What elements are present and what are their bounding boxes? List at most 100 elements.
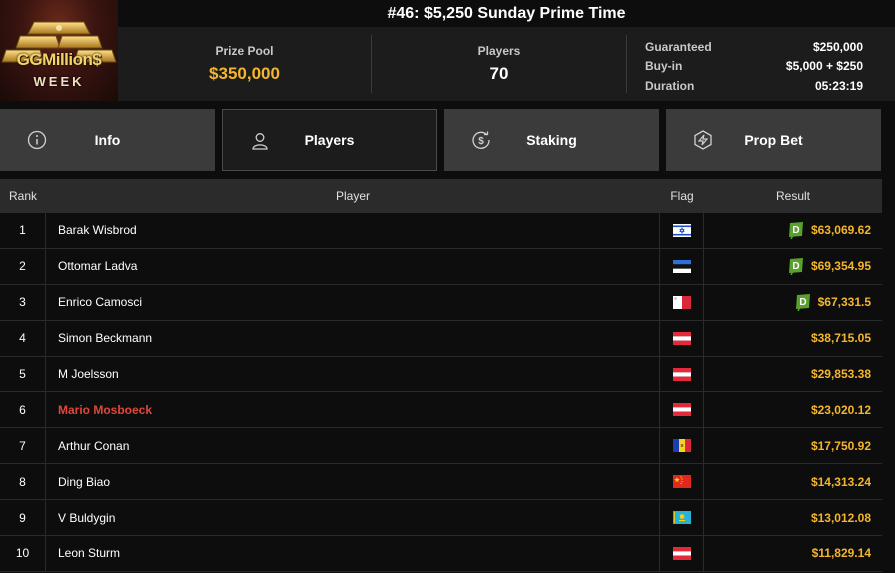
buyin-row: Buy-in $5,000 + $250 — [645, 57, 863, 77]
player-name-cell[interactable]: Arthur Conan — [46, 428, 660, 464]
flag-cell — [660, 320, 704, 356]
result-amount: $63,069.62 — [810, 223, 871, 238]
prize-pool-label: Prize Pool — [215, 44, 274, 58]
austria-flag-icon — [672, 546, 691, 560]
svg-text:$: $ — [478, 136, 484, 147]
result-cell: $29,853.38 — [704, 357, 882, 392]
table-row[interactable]: 2 Ottomar Ladva D $69,354.95 — [0, 248, 882, 285]
rank-cell: 7 — [0, 428, 46, 464]
flag-cell — [660, 213, 704, 248]
players-label: Players — [477, 44, 521, 58]
rank-cell: 8 — [0, 464, 46, 500]
table-row[interactable]: 9V Buldygin $13,012.08 — [0, 500, 882, 537]
austria-flag-icon — [672, 367, 691, 381]
svg-text:D: D — [799, 297, 806, 308]
flag-cell — [660, 536, 704, 571]
flag-cell — [660, 392, 704, 428]
guaranteed-row: Guaranteed $250,000 — [645, 37, 863, 57]
staking-icon: $ — [472, 131, 490, 149]
rank-cell: 3 — [0, 284, 46, 320]
flag-cell — [660, 500, 704, 536]
guaranteed-value: $250,000 — [812, 39, 863, 54]
result-amount: $69,354.95 — [810, 259, 871, 274]
user-icon — [252, 133, 268, 150]
player-name-cell[interactable]: Simon Beckmann — [46, 320, 660, 356]
result-cell: $14,313.24 — [704, 464, 882, 499]
rank-cell: 9 — [0, 500, 46, 536]
player-name-cell[interactable]: Enrico Camosci — [46, 284, 660, 320]
buyin-value: $5,000 + $250 — [785, 59, 863, 74]
tournament-details: Guaranteed $250,000 Buy-in $5,000 + $250… — [645, 37, 863, 96]
result-cell: $11,829.14 — [704, 536, 882, 571]
column-header-rank[interactable]: Rank — [0, 179, 46, 213]
result-amount: $17,750.92 — [810, 438, 871, 453]
flag-cell — [660, 284, 704, 320]
flag-cell — [660, 464, 704, 500]
prize-pool-block: Prize Pool $350,000 — [118, 27, 371, 101]
player-name-cell[interactable]: M Joelsson — [46, 356, 660, 392]
player-name-cell[interactable]: Ding Biao — [46, 464, 660, 500]
result-amount: $38,715.05 — [810, 331, 871, 346]
players-count-block: Players 70 — [372, 27, 626, 101]
tab-staking[interactable]: $ Staking — [444, 109, 659, 171]
table-row[interactable]: 5M Joelsson $29,853.38 — [0, 356, 882, 393]
table-row[interactable]: 10 Leon Sturm $11,829.14 — [0, 536, 882, 572]
rank-cell: 2 — [0, 248, 46, 284]
austria-flag-icon — [672, 331, 691, 345]
column-header-result[interactable]: Result — [704, 179, 882, 213]
table-row[interactable]: 3 Enrico Camosci D $67,331.5 — [0, 284, 882, 321]
flag-cell — [660, 248, 704, 284]
result-cell: D $63,069.62 — [704, 213, 882, 248]
logo-title: GGMillion$ — [16, 50, 102, 69]
info-icon — [27, 130, 47, 150]
table-row[interactable]: 1 Barak Wisbrod D $63,069.62 — [0, 213, 882, 249]
guaranteed-label: Guaranteed — [645, 39, 712, 54]
rank-cell: 4 — [0, 320, 46, 356]
estonia-flag-icon — [672, 259, 691, 273]
deal-badge-icon: D — [788, 222, 803, 240]
buyin-label: Buy-in — [645, 59, 683, 74]
player-name-cell[interactable]: Mario Mosboeck — [46, 392, 660, 428]
column-header-player[interactable]: Player — [46, 179, 660, 213]
tab-info[interactable]: Info — [0, 109, 215, 171]
players-value: 70 — [489, 64, 509, 83]
duration-value: 05:23:19 — [814, 78, 863, 93]
result-amount: $67,331.5 — [817, 295, 871, 310]
rank-cell: 10 — [0, 536, 46, 571]
prop-bet-icon — [694, 130, 712, 150]
result-cell: $17,750.92 — [704, 428, 882, 463]
player-name-cell[interactable]: Barak Wisbrod — [46, 213, 660, 248]
deal-badge-icon: D — [795, 294, 810, 312]
result-cell: D $67,331.5 — [704, 285, 882, 320]
tab-players[interactable]: Players — [222, 109, 437, 171]
result-amount: $29,853.38 — [810, 367, 871, 381]
flag-cell — [660, 428, 704, 464]
table-scrollbar[interactable] — [882, 179, 895, 573]
deal-badge-icon: D — [788, 258, 803, 276]
player-name-cell[interactable]: Leon Sturm — [46, 536, 660, 571]
table-row[interactable]: 7 Arthur Conan $17,750.92 — [0, 428, 882, 465]
player-name-cell[interactable]: V Buldygin — [46, 500, 660, 536]
svg-text:D: D — [792, 261, 799, 272]
result-cell: $23,020.12 — [704, 392, 882, 427]
tournament-title: #46: $5,250 Sunday Prime Time — [118, 0, 895, 27]
rank-cell: 5 — [0, 356, 46, 392]
duration-row: Duration 05:23:19 — [645, 76, 863, 96]
tab-prop-bet[interactable]: Prop Bet — [666, 109, 881, 171]
table-row[interactable]: 6 Mario Mosboeck $23,020.12 — [0, 392, 882, 429]
column-header-flag[interactable]: Flag — [660, 179, 704, 213]
rank-cell: 6 — [0, 392, 46, 428]
result-amount: $13,012.08 — [810, 510, 871, 525]
china-flag-icon — [672, 475, 691, 489]
table-row[interactable]: 4 Simon Beckmann $38,715.05 — [0, 320, 882, 357]
result-cell: $13,012.08 — [704, 500, 882, 535]
results-table-body: 1 Barak Wisbrod D $63,069.62 2 Ottomar Ladva D… — [0, 213, 882, 572]
player-name-cell[interactable]: Ottomar Ladva — [46, 248, 660, 284]
result-cell: $38,715.05 — [704, 321, 882, 356]
table-row[interactable]: 8 Ding Biao $14,313.24 — [0, 464, 882, 501]
results-table-header: Rank Player Flag Result — [0, 179, 882, 213]
result-cell: D $69,354.95 — [704, 249, 882, 284]
stats-divider — [626, 35, 627, 93]
result-amount: $11,829.14 — [811, 546, 871, 561]
svg-text:D: D — [792, 225, 799, 236]
